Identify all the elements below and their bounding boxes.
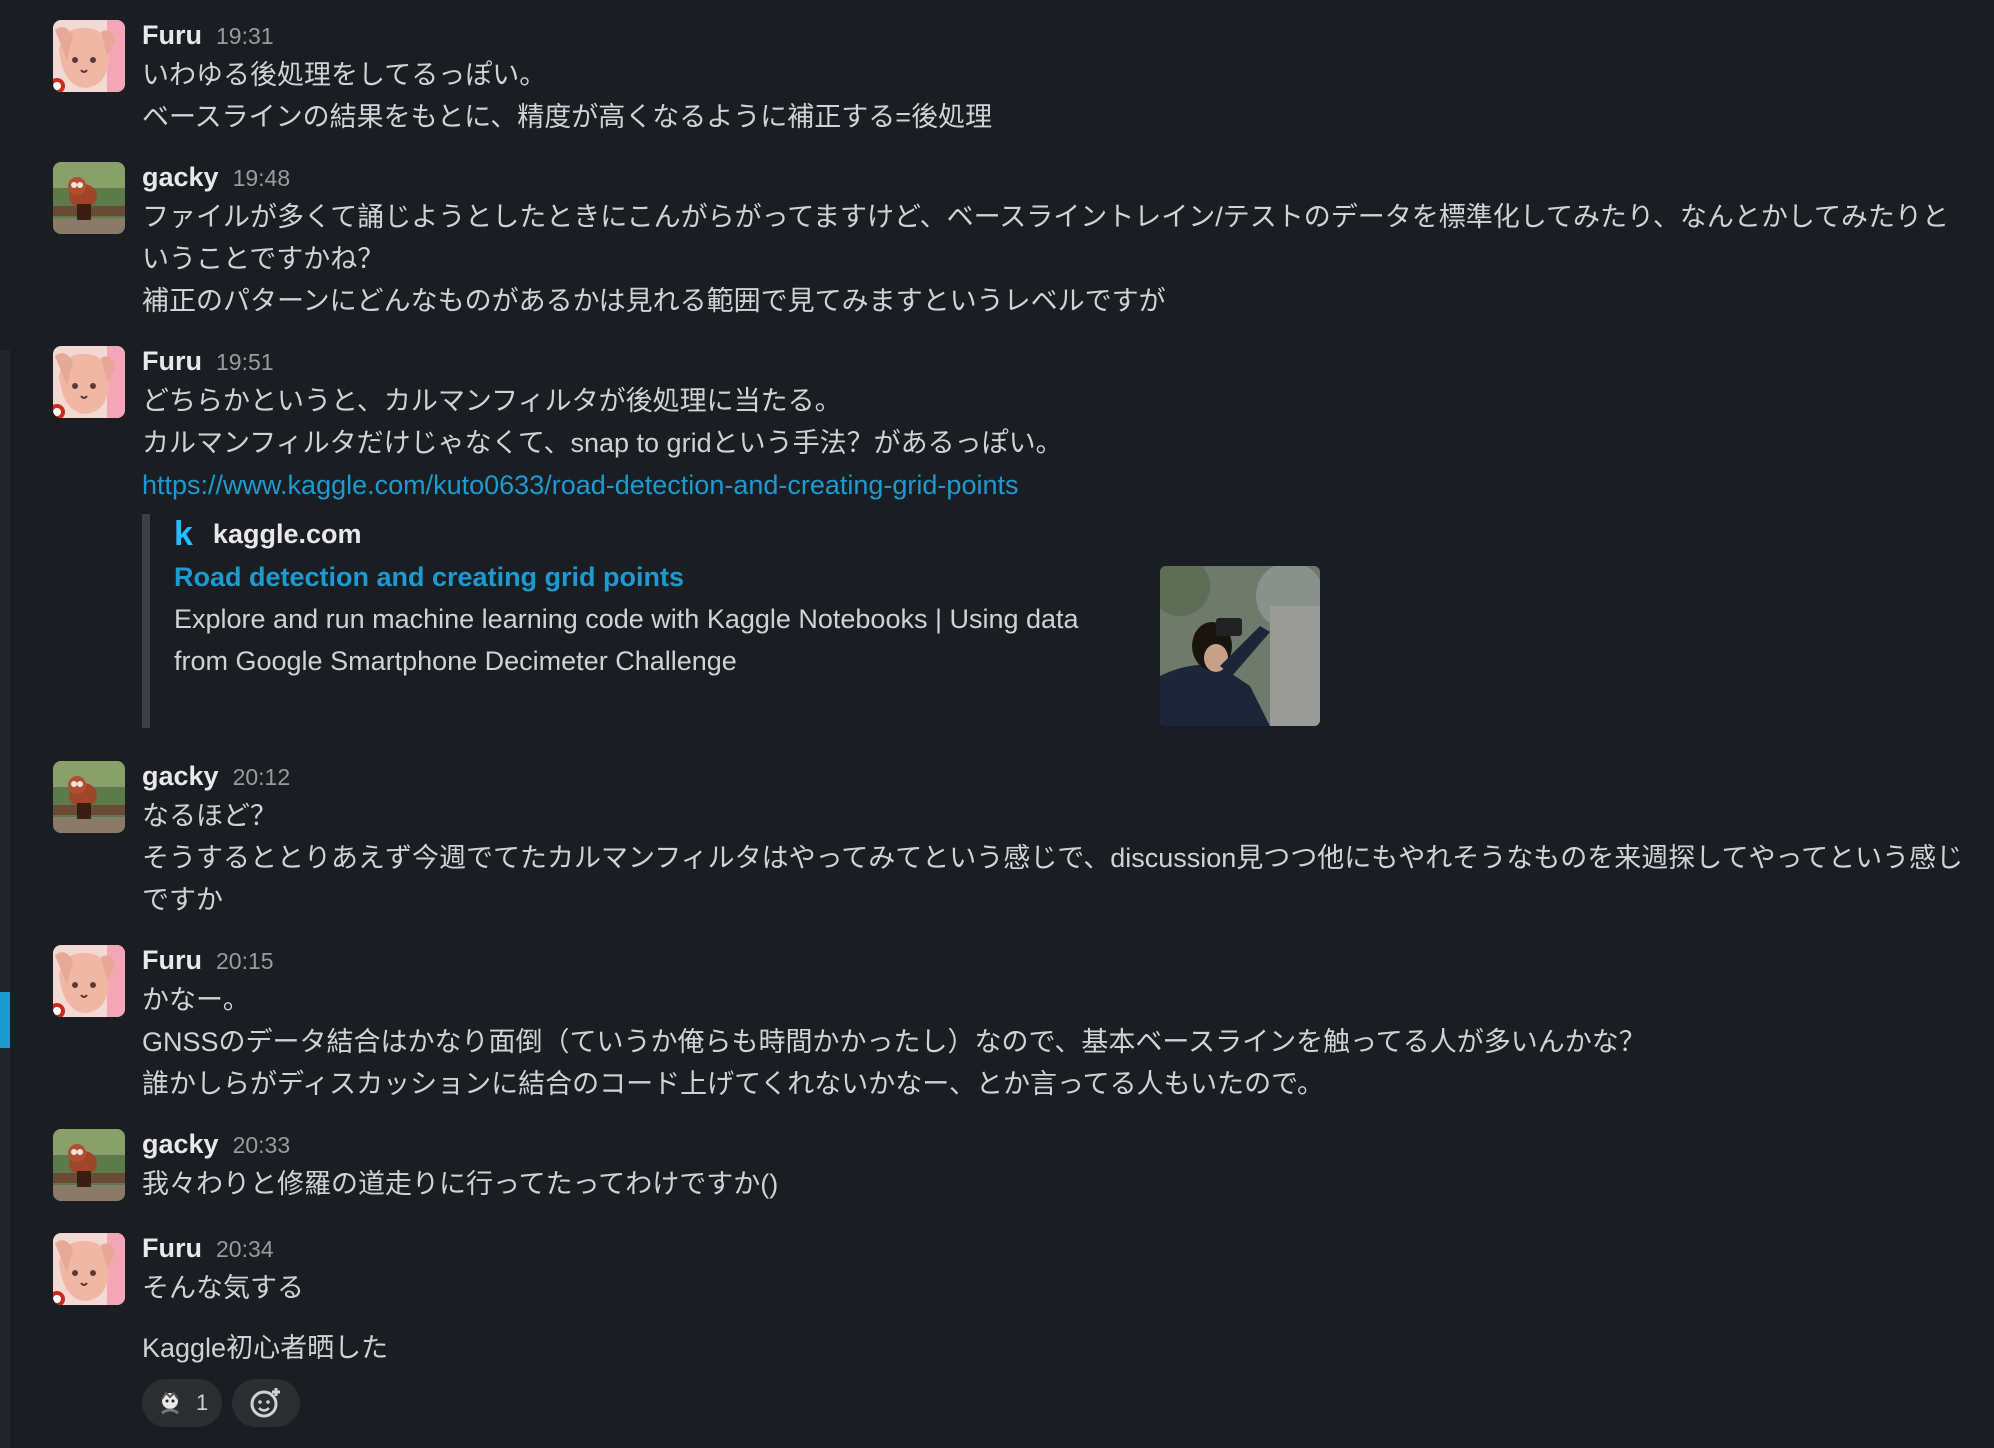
timestamp[interactable]: 20:33 — [233, 1132, 291, 1159]
message-line: そんな気する — [142, 1273, 304, 1303]
author-name[interactable]: Furu — [142, 346, 202, 377]
person-with-camera-photo-icon — [1160, 566, 1320, 726]
message-line: かなー。 — [142, 985, 250, 1015]
message: gacky 19:48 ファイルが多くて誦じようとしたときにこんがらがってますけど… — [53, 162, 1974, 322]
scrollbar-track[interactable] — [0, 350, 10, 1448]
message-line: ベースラインの結果をもとに、精度が高くなるように補正する=後処理 — [142, 102, 993, 132]
timestamp[interactable]: 20:34 — [216, 1236, 274, 1263]
message-line: そうするととりあえず今週でてたカルマンフィルタはやってみてという感じで、disc… — [142, 843, 1964, 915]
scrollbar-thumb[interactable] — [0, 992, 10, 1048]
avatar[interactable] — [53, 346, 125, 418]
message-line: 誰かしらがディスカッションに結合のコード上げてくれないかなー、とか言ってる人もい… — [142, 1069, 1325, 1099]
message-line: ファイルが多くて誦じようとしたときにこんがらがってますけど、ベースライントレイン… — [142, 202, 1950, 274]
author-name[interactable]: gacky — [142, 1129, 219, 1160]
avatar[interactable] — [53, 1129, 125, 1201]
author-name[interactable]: gacky — [142, 162, 219, 193]
timestamp[interactable]: 19:51 — [216, 349, 274, 376]
preview-thumbnail[interactable] — [1160, 566, 1320, 726]
preview-title-link[interactable]: Road detection and creating grid points — [174, 556, 1974, 598]
author-name[interactable]: Furu — [142, 1233, 202, 1264]
link-preview: k kaggle.com Road detection and creating… — [142, 514, 1974, 728]
timestamp[interactable]: 19:48 — [233, 165, 291, 192]
avatar[interactable] — [53, 1233, 125, 1305]
custom-emoji-icon — [161, 1391, 179, 1415]
message-link[interactable]: https://www.kaggle.com/kuto0633/road-det… — [142, 470, 1018, 500]
author-name[interactable]: Furu — [142, 20, 202, 51]
author-name[interactable]: Furu — [142, 945, 202, 976]
timestamp[interactable]: 20:12 — [233, 764, 291, 791]
message-line: GNSSのデータ結合はかなり面倒（ていうか俺らも時間かかったし）なので、基本ベー… — [142, 1027, 1646, 1057]
red-panda-avatar-icon — [53, 1129, 125, 1201]
message-line: なるほど？ — [142, 801, 277, 831]
avatar[interactable] — [53, 945, 125, 1017]
author-name[interactable]: gacky — [142, 761, 219, 792]
red-panda-avatar-icon — [53, 761, 125, 833]
timestamp[interactable]: 19:31 — [216, 23, 274, 50]
anime-dog-avatar-icon — [53, 20, 125, 92]
avatar[interactable] — [53, 162, 125, 234]
anime-dog-avatar-icon — [53, 346, 125, 418]
message: gacky 20:12 なるほど？ そうするととりあえず今週でてたカルマンフィルタ… — [53, 761, 1974, 921]
add-emoji-icon — [250, 1388, 281, 1418]
message: gacky 20:33 我々わりと修羅の道走りに行ってたってわけですか() — [53, 1129, 1974, 1205]
preview-site-name: kaggle.com — [212, 518, 362, 549]
kaggle-icon: k — [174, 514, 193, 553]
anime-dog-avatar-icon — [53, 945, 125, 1017]
message-line: どちらかというと、カルマンフィルタが後処理に当たる。 — [142, 386, 842, 416]
preview-description: Explore and run machine learning code wi… — [174, 604, 1079, 676]
avatar[interactable] — [53, 20, 125, 92]
reaction-count: 1 — [196, 1390, 209, 1415]
message-line: いわゆる後処理をしてるっぽい。 — [142, 60, 547, 90]
reactions-bar: 1 — [142, 1379, 1974, 1427]
message-line: 補正のパターンにどんなものがあるかは見れる範囲で見てみますというレベルですが — [142, 286, 1166, 316]
message-line: 我々わりと修羅の道走りに行ってたってわけですか() — [142, 1169, 779, 1199]
message: Furu 19:31 いわゆる後処理をしてるっぽい。 ベースラインの結果をもとに、… — [53, 20, 1974, 138]
timestamp[interactable]: 20:15 — [216, 948, 274, 975]
add-reaction-button[interactable] — [232, 1379, 301, 1427]
anime-dog-avatar-icon — [53, 1233, 125, 1305]
red-panda-avatar-icon — [53, 162, 125, 234]
message-line: Kaggle初心者晒した — [142, 1333, 389, 1363]
message: Furu 20:15 かなー。 GNSSのデータ結合はかなり面倒（ていうか俺らも時… — [53, 945, 1974, 1105]
message: Furu 19:51 どちらかというと、カルマンフィルタが後処理に当たる。 カルマ… — [53, 346, 1974, 728]
message: Furu 20:34 そんな気する Kaggle初心者晒した 1 — [53, 1233, 1974, 1427]
reaction-pill[interactable]: 1 — [142, 1379, 223, 1427]
avatar[interactable] — [53, 761, 125, 833]
message-line: カルマンフィルタだけじゃなくて、snap to gridという手法？があるっぽい… — [142, 428, 1063, 458]
